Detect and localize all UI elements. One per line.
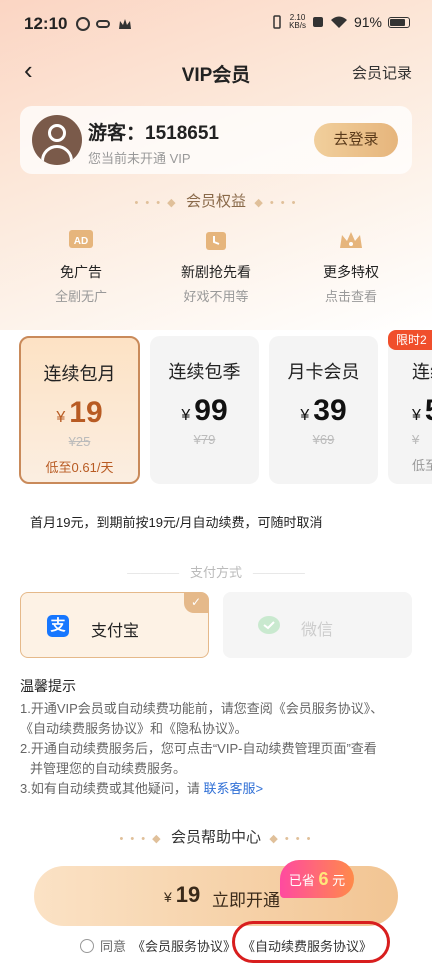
- pay-option-wechat[interactable]: 微信: [223, 592, 412, 658]
- nav-bar: ‹ VIP会员 会员记录: [0, 48, 432, 94]
- status-right: 2.10 KB/s 91%: [271, 14, 410, 30]
- highlight-annotation: [232, 921, 390, 963]
- tips-list: 1.开通VIP会员或自动续费功能前，请您查阅《会员服务协议》、 《自动续费服务协…: [20, 701, 384, 796]
- user-card: 游客：1518651 您当前未开通 VIP 去登录: [20, 106, 412, 174]
- user-name: 游客：1518651: [88, 123, 219, 144]
- crown-icon: [337, 226, 365, 254]
- crown-status-icon: [118, 17, 132, 31]
- svg-text:AD: AD: [74, 236, 88, 247]
- clock-icon: [202, 226, 230, 254]
- check-icon: ✓: [184, 593, 208, 613]
- status-time: 12:10: [24, 14, 68, 33]
- benefit-no-ads[interactable]: AD 免广告 全剧无广: [26, 226, 136, 305]
- help-center-title[interactable]: • • • ◆ 会员帮助中心 ◆ • • •: [0, 826, 432, 847]
- ad-icon: AD: [67, 226, 95, 254]
- agree-radio[interactable]: [80, 938, 94, 953]
- wechat-icon: [258, 616, 280, 634]
- plan-month-card[interactable]: 月卡会员 ¥39 ¥69: [269, 336, 378, 484]
- login-button[interactable]: 去登录: [314, 123, 398, 157]
- renew-note: 首月19元，到期前按19元/月自动续费，可随时取消: [30, 515, 323, 530]
- plan-monthly[interactable]: 连续包月 ¥19 ¥25 低至0.61/天: [19, 336, 140, 484]
- wifi-icon: [330, 16, 347, 28]
- status-bar: 12:10 2.10 KB/s 91%: [0, 0, 432, 48]
- battery-percent: 91%: [353, 14, 382, 30]
- benefit-early-access[interactable]: 新剧抢先看 好戏不用等: [161, 226, 271, 305]
- member-records-link[interactable]: 会员记录: [352, 62, 412, 83]
- link-icon: [96, 17, 110, 31]
- vibrate-icon: [273, 15, 281, 29]
- notification-icon: [76, 17, 90, 31]
- battery-icon: [388, 16, 410, 28]
- pay-option-alipay[interactable]: 支 支付宝 ✓: [20, 592, 209, 658]
- benefit-more[interactable]: 更多特权 点击查看: [296, 226, 406, 305]
- savings-badge: 已省 6 元: [280, 860, 354, 898]
- alipay-icon: 支: [47, 615, 69, 637]
- payment-title: ———— 支付方式 ————: [127, 565, 305, 580]
- benefits-title: • • • ◆ 会员权益 ◆ • • •: [134, 193, 298, 210]
- vip-status-text: 您当前未开通 VIP: [88, 151, 191, 166]
- contact-service-link[interactable]: 联系客服>: [203, 781, 263, 796]
- plan-partial[interactable]: 连续 ¥5 ¥ 低至: [388, 336, 432, 484]
- avatar[interactable]: [32, 115, 82, 165]
- plan-quarterly[interactable]: 连续包季 ¥99 ¥79: [150, 336, 259, 484]
- sim-icon: [312, 17, 323, 27]
- limited-time-tag: 限时2: [388, 330, 432, 350]
- tips-title: 温馨提示: [20, 678, 76, 694]
- member-agreement-link[interactable]: 《会员服务协议》: [132, 936, 236, 955]
- net-speed: 2.10 KB/s: [289, 13, 306, 30]
